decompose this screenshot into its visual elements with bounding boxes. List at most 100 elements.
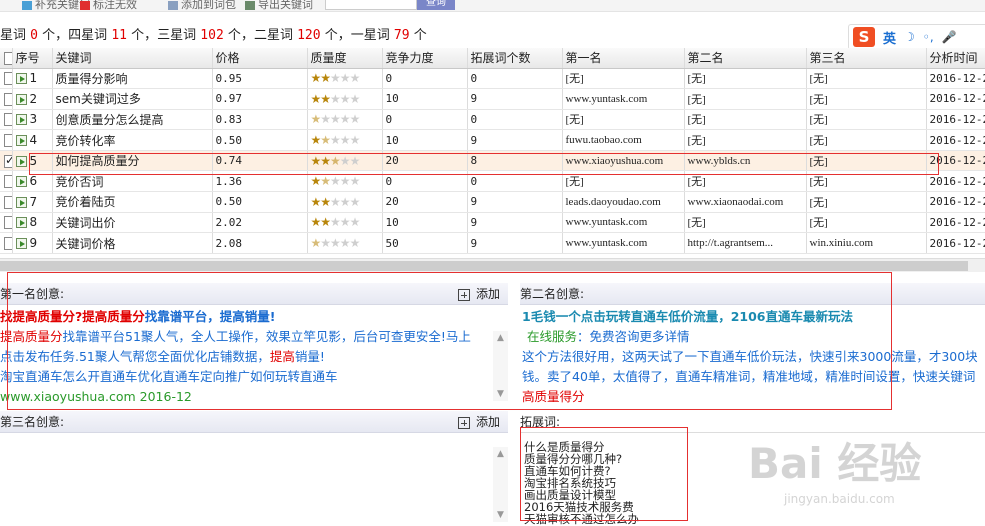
scroll-down-icon[interactable]: ▼	[493, 387, 508, 401]
stat-value: 11	[111, 28, 127, 43]
table-row[interactable]: 9 关键词价格 2.08 ★★★★★ 50 9 www.yuntask.com http://…	[0, 232, 985, 254]
table-row[interactable]: 7 竞价着陆页 0.50 ★★★★★ 20 9 leads.daoyoudao.com www…	[0, 191, 985, 213]
row-checkbox[interactable]	[4, 216, 11, 230]
expand-word-item[interactable]: 天猫审核不通过怎么办	[524, 513, 985, 525]
keyword-cell: 竞价转化率	[52, 129, 213, 151]
analysis-time-cell: 2016-12-29	[926, 129, 985, 151]
sogou-logo-icon[interactable]: S	[853, 27, 875, 47]
horizontal-scrollbar[interactable]	[0, 258, 985, 272]
row-checkbox[interactable]	[4, 237, 11, 251]
table-row[interactable]: 1质量得分影响0.95★★★★★00[无][无][无]2016-12-29	[0, 68, 985, 90]
col-header[interactable]: 关键词	[52, 48, 213, 69]
ime-toolbar[interactable]: S 英 ☽ ◦, 🎤	[848, 24, 985, 50]
play-icon[interactable]	[15, 114, 27, 126]
play-icon[interactable]	[15, 73, 27, 85]
play-icon[interactable]	[15, 155, 27, 167]
supplement-icon	[22, 0, 32, 10]
stat-value: 120	[297, 28, 321, 43]
row-select-cell[interactable]	[0, 109, 13, 131]
scrollbar-thumb[interactable]	[0, 261, 968, 271]
stat-value: 79	[393, 28, 410, 43]
keyword-cell: 如何提高质量分	[52, 150, 213, 172]
vertical-scrollbar[interactable]: ▲ ▼	[493, 447, 508, 522]
star-icon: ★	[339, 112, 351, 127]
select-all-checkbox[interactable]	[4, 51, 11, 65]
col-header[interactable]: 第三名	[806, 48, 927, 69]
moon-icon[interactable]: ☽	[904, 30, 915, 44]
row-select-cell[interactable]	[0, 150, 13, 172]
row-number: 4	[12, 129, 53, 151]
vertical-scrollbar[interactable]: ▲ ▼	[493, 331, 508, 401]
toolbar: 补充关键词 标注无效 添加到词包 导出关键词 查询	[0, 0, 985, 12]
row-checkbox[interactable]	[4, 134, 11, 148]
quality-stars: ★★★★★	[307, 68, 383, 90]
star-icon: ★	[349, 174, 361, 189]
row-select-cell[interactable]	[0, 191, 13, 213]
row-select-cell[interactable]	[0, 232, 13, 254]
row-checkbox[interactable]	[4, 92, 11, 106]
toolbar-item-mark-invalid[interactable]: 标注无效	[80, 0, 137, 11]
play-icon[interactable]	[15, 217, 27, 229]
row-select-cell[interactable]	[0, 212, 13, 234]
microphone-icon[interactable]: 🎤	[942, 30, 957, 44]
select-all-header[interactable]	[0, 48, 13, 69]
row-checkbox[interactable]	[4, 72, 11, 86]
row-select-cell[interactable]	[0, 170, 13, 193]
add-button[interactable]: 添加	[457, 411, 500, 433]
play-icon[interactable]	[15, 196, 27, 208]
row-number: 9	[12, 232, 53, 254]
quality-stars: ★★★★★	[307, 191, 383, 213]
col-header[interactable]: 竞争力度	[382, 48, 468, 69]
price-cell: 2.08	[212, 232, 308, 254]
table-row[interactable]: 2 sem关键词过多 0.97 ★★★★★ 10 9 www.yuntask.com [无][…	[0, 88, 985, 110]
search-input[interactable]	[325, 0, 417, 10]
col-header[interactable]: 第二名	[684, 48, 807, 69]
scroll-up-icon[interactable]: ▲	[493, 447, 508, 461]
expand-count-cell: 0	[467, 68, 563, 90]
add-icon	[457, 416, 470, 429]
quality-stars: ★★★★★	[307, 150, 383, 172]
star-stats: 五星词 0 个，四星词 11 个，三星词 102 个，二星词 120 个，一星词…	[0, 28, 427, 43]
col-header[interactable]: 序号	[12, 48, 53, 69]
row-select-cell[interactable]	[0, 68, 13, 90]
play-icon[interactable]	[15, 238, 27, 250]
col-header[interactable]: 第一名	[562, 48, 685, 69]
table-row[interactable]: 5如何提高质量分0.74★★★★★208www.xiaoyushua.comww…	[0, 150, 985, 172]
table-row[interactable]: 6竞价否词1.36★★★★★00[无][无][无]2016-12-29	[0, 170, 985, 193]
row-checkbox[interactable]	[4, 175, 11, 189]
play-icon[interactable]	[15, 135, 27, 147]
table-row[interactable]: 3创意质量分怎么提高0.83★★★★★00[无][无][无]2016-12-29	[0, 109, 985, 131]
quality-star-rating: ★★★★★	[311, 153, 361, 168]
scroll-up-icon[interactable]: ▲	[493, 331, 508, 345]
row-checkbox[interactable]	[4, 153, 11, 168]
stat-value: 102	[200, 28, 224, 43]
ime-lang-toggle[interactable]: 英	[883, 28, 896, 47]
col-header[interactable]: 质量度	[307, 48, 383, 69]
punctuation-icon[interactable]: ◦,	[923, 30, 934, 44]
col-header[interactable]: 拓展词个数	[467, 48, 563, 69]
rank3-cell: [无]	[806, 170, 927, 193]
scroll-down-icon[interactable]: ▼	[493, 508, 508, 522]
star-icon: ★	[320, 112, 331, 127]
keyword-cell: 质量得分影响	[52, 68, 213, 90]
search-button[interactable]: 查询	[417, 0, 455, 10]
toolbar-item-add-package[interactable]: 添加到词包	[168, 0, 236, 11]
stat-value: 0	[30, 28, 38, 43]
add-button[interactable]: 添加	[457, 283, 500, 305]
star-icon: ★	[330, 236, 341, 251]
table-row[interactable]: 8 关键词出价 2.02 ★★★★★ 10 9 www.yuntask.com [无] [无] 2…	[0, 212, 985, 234]
expand-count-cell: 9	[467, 232, 563, 254]
col-header[interactable]: 价格	[212, 48, 308, 69]
toolbar-item-export[interactable]: 导出关键词	[245, 0, 313, 11]
rank2-cell: [无]	[684, 129, 807, 151]
row-select-cell[interactable]	[0, 88, 13, 110]
row-checkbox[interactable]	[4, 113, 11, 127]
second-creative-panel: 第二名创意: 1毛钱一个点击玩转直通车低价流量，2106直通车最新玩法 在线服务…	[520, 283, 985, 405]
table-row[interactable]: 4 竞价转化率 0.50 ★★★★★ 10 9 fuwu.taobao.com [无] [无] 2…	[0, 129, 985, 151]
star-icon: ★	[349, 153, 361, 168]
col-header[interactable]: 分析时间	[926, 48, 985, 69]
play-icon[interactable]	[15, 93, 27, 105]
row-select-cell[interactable]	[0, 129, 13, 151]
row-checkbox[interactable]	[4, 195, 11, 209]
play-icon[interactable]	[15, 176, 27, 188]
